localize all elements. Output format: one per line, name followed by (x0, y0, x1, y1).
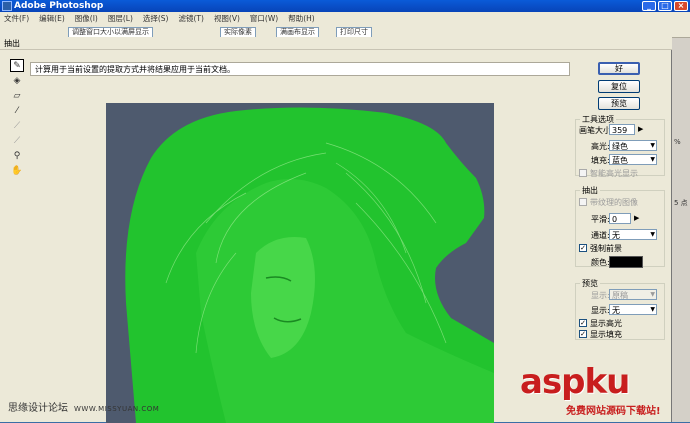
highlighted-photo (125, 107, 494, 423)
show-label: 显示: (591, 291, 610, 300)
highlight-label: 高光: (591, 142, 610, 151)
extraction-legend: 抽出 (582, 186, 598, 195)
menu-item[interactable]: 图像(I) (75, 13, 98, 24)
maximize-button[interactable]: □ (658, 1, 672, 11)
smooth-slider-arrow-icon[interactable]: ▶ (634, 214, 639, 222)
brush-size-input[interactable]: 359 (609, 124, 635, 135)
menu-item[interactable]: 文件(F) (4, 13, 29, 24)
color-label: 颜色: (591, 258, 610, 267)
show-highlight-label: 显示高光 (590, 319, 622, 328)
cleanup-tool-icon[interactable]: ⟋ (10, 119, 24, 132)
menu-item[interactable]: 帮助(H) (288, 13, 315, 24)
eraser-icon[interactable]: ▱ (10, 89, 24, 102)
show-fill-checkbox[interactable]: ✓ (579, 330, 587, 338)
menu-item[interactable]: 滤镜(T) (179, 13, 204, 24)
display-value: 无 (612, 306, 620, 315)
chevron-down-icon: ▼ (650, 231, 655, 238)
smooth-label: 平滑: (591, 215, 610, 224)
highlight-select[interactable]: 绿色 ▼ (609, 140, 657, 151)
reset-button[interactable]: 复位 (598, 80, 640, 93)
preview-legend: 预览 (582, 279, 598, 288)
menu-item[interactable]: 编辑(E) (39, 13, 65, 24)
display-label: 显示: (591, 306, 610, 315)
smart-highlight-checkbox[interactable] (579, 169, 587, 177)
bg-percent-label: % (674, 138, 681, 146)
minimize-button[interactable]: _ (642, 1, 656, 11)
watermark-text: 思缘设计论坛 (8, 403, 68, 414)
chevron-down-icon: ▼ (650, 306, 655, 313)
watermark-url: WWW.MISSYUAN.COM (74, 405, 160, 413)
channel-select[interactable]: 无 ▼ (609, 229, 657, 240)
tool-description: 计算用于当前设置的提取方式并将结果应用于当前文档。 (30, 62, 570, 76)
textured-image-checkbox[interactable] (579, 198, 587, 206)
smart-highlight-label: 智能高光显示 (590, 169, 638, 178)
display-select[interactable]: 无 ▼ (609, 304, 657, 315)
show-fill-label: 显示填充 (590, 330, 622, 339)
background-panels: % 5 点 (672, 38, 690, 422)
menu-item[interactable]: 图层(L) (108, 13, 133, 24)
show-highlight-checkbox[interactable]: ✓ (579, 319, 587, 327)
channel-label: 通道: (591, 231, 610, 240)
zoom-icon[interactable]: ⚲ (10, 149, 24, 162)
aspku-logo: aspku (520, 362, 630, 402)
force-foreground-label: 强制前景 (590, 244, 622, 253)
menu-item[interactable]: 窗口(W) (250, 13, 278, 24)
force-foreground-checkbox[interactable]: ✓ (579, 244, 587, 252)
edge-highlighter-icon[interactable]: ✎ (10, 59, 24, 72)
hand-icon[interactable]: ✋ (10, 164, 24, 177)
photoshop-title: Adobe Photoshop (14, 1, 104, 11)
fill-value: 蓝色 (612, 156, 628, 165)
photoshop-menubar: 文件(F) 编辑(E) 图像(I) 图层(L) 选择(S) 滤镜(T) 视图(V) 窗口(W)… (0, 12, 690, 25)
smooth-input[interactable]: 0 (609, 213, 631, 224)
eyedropper-icon[interactable]: ⁄ (10, 104, 24, 117)
menu-item[interactable]: 视图(V) (214, 13, 240, 24)
textured-image-label: 带纹理的图像 (590, 198, 638, 207)
show-value: 原稿 (612, 291, 628, 300)
highlight-value: 绿色 (612, 142, 628, 151)
fill-bucket-icon[interactable]: ◈ (10, 74, 24, 87)
show-select[interactable]: 原稿 ▼ (609, 289, 657, 300)
dialog-title: 抽出 (4, 39, 20, 48)
menu-item[interactable]: 选择(S) (143, 13, 169, 24)
preview-canvas[interactable] (106, 103, 494, 423)
channel-value: 无 (612, 231, 620, 240)
missyuan-watermark: 思缘设计论坛 WWW.MISSYUAN.COM (8, 399, 159, 414)
fill-select[interactable]: 蓝色 ▼ (609, 154, 657, 165)
photoshop-app-icon (2, 1, 12, 11)
brush-size-slider-arrow-icon[interactable]: ▶ (638, 125, 643, 133)
dialog-titlebar: 抽出 (0, 37, 672, 50)
extract-toolbar: ✎ ◈ ▱ ⁄ ⟋ ⟋ ⚲ ✋ (10, 59, 26, 179)
close-window-button[interactable]: × (674, 1, 688, 11)
photoshop-titlebar: Adobe Photoshop _ □ × (0, 0, 690, 12)
foreground-color-swatch[interactable] (609, 256, 643, 268)
edge-touchup-icon[interactable]: ⟋ (10, 134, 24, 147)
chevron-down-icon: ▼ (650, 142, 655, 149)
chevron-down-icon: ▼ (650, 291, 655, 298)
aspku-slogan: 免费网站源码下载站! (566, 406, 661, 417)
ok-button[interactable]: 好 (598, 62, 640, 75)
preview-button[interactable]: 预览 (598, 97, 640, 110)
chevron-down-icon: ▼ (650, 156, 655, 163)
fill-label: 填充: (591, 156, 610, 165)
bg-points-label: 5 点 (674, 199, 688, 207)
